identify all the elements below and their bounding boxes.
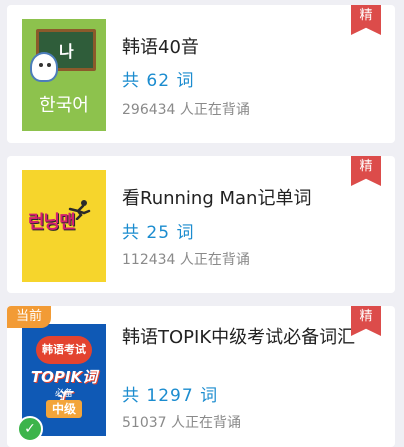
current-badge: 当前 (7, 306, 51, 328)
wordbook-list: 나 한국어 韩语40音 共 62 词 296434 人正在背诵 精 런닝맨 看R… (0, 0, 404, 447)
word-count: 共 62 词 (122, 71, 195, 91)
learner-count: 112434 人正在背诵 (122, 252, 250, 268)
word-count: 共 25 词 (122, 223, 195, 243)
cover-level: 中级 (46, 400, 82, 418)
word-count: 共 1297 词 (122, 386, 219, 406)
wordbook-card-topik[interactable]: 当前 韩语考试 TOPIK词汇 必备 中级 ✓ 韩语TOPIK中级考试必备词汇 … (7, 306, 395, 447)
check-circle-icon: ✓ (17, 416, 43, 442)
featured-ribbon: 精 (351, 5, 381, 35)
learner-count: 296434 人正在背诵 (122, 102, 250, 118)
mascot-icon (30, 52, 58, 82)
wordbook-card-running-man[interactable]: 런닝맨 看Running Man记单词 共 25 词 112434 人正在背诵 … (7, 156, 395, 293)
book-cover: 나 한국어 (22, 19, 106, 131)
running-man-logo: 런닝맨 (28, 212, 76, 233)
book-title: 韩语TOPIK中级考试必备词汇 (122, 327, 356, 348)
cover-circle: 韩语考试 (36, 336, 92, 364)
book-title: 看Running Man记单词 (122, 188, 312, 209)
book-title: 韩语40音 (122, 37, 199, 58)
cover-subtitle: 必备 (54, 389, 73, 399)
book-cover: 런닝맨 (22, 170, 106, 282)
wordbook-card-korean-40[interactable]: 나 한국어 韩语40音 共 62 词 296434 人正在背诵 精 (7, 5, 395, 143)
learner-count: 51037 人正在背诵 (122, 415, 241, 431)
board-letter: 나 (59, 42, 74, 61)
featured-ribbon: 精 (351, 156, 381, 186)
cover-caption: 한국어 (39, 95, 89, 116)
featured-ribbon: 精 (351, 306, 381, 336)
